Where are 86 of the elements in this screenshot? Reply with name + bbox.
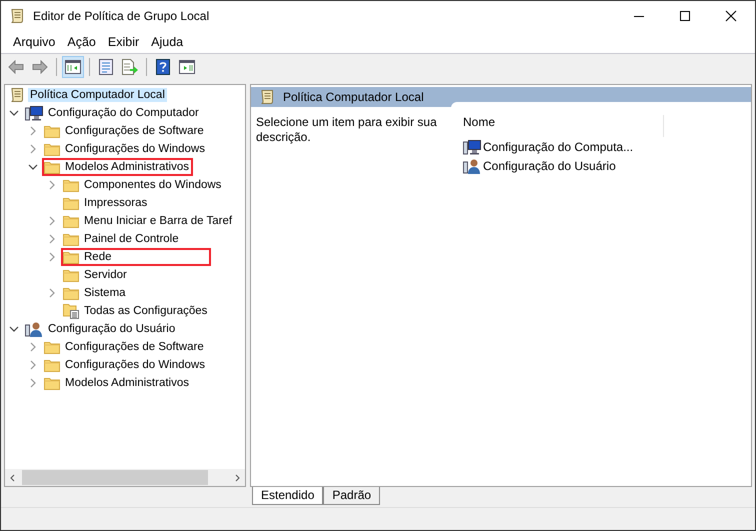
folder-icon	[44, 358, 60, 372]
tree-item[interactable]: Configuração do Computador	[23, 104, 203, 122]
tree-item-label[interactable]: Modelos Administrativos	[63, 160, 191, 174]
tree-item[interactable]: Painel de Controle	[61, 230, 183, 248]
view-tab[interactable]: Estendido	[252, 487, 324, 505]
folder-icon	[44, 376, 60, 390]
tree-item[interactable]: Modelos Administrativos	[42, 374, 193, 392]
horizontal-scrollbar[interactable]	[5, 469, 245, 486]
chevron-right-icon[interactable]	[28, 126, 38, 136]
tree-item[interactable]: Configuração do Usuário	[23, 320, 180, 338]
window-title: Editor de Política de Grupo Local	[33, 9, 210, 23]
tree-item-label[interactable]: Modelos Administrativos	[63, 376, 191, 390]
list-item[interactable]: Configuração do Computa...	[463, 137, 664, 156]
tree-item[interactable]: Servidor	[61, 266, 131, 284]
chevron-right-icon[interactable]	[28, 144, 38, 154]
tree-item[interactable]: Configurações de Software	[42, 122, 208, 140]
chevron-right-icon[interactable]	[47, 234, 57, 244]
folder-icon	[63, 268, 79, 282]
tree-item-label[interactable]: Menu Iniciar e Barra de Taref	[82, 214, 234, 228]
menu-item[interactable]: Ação	[61, 35, 102, 49]
tree-item[interactable]: Impressoras	[61, 194, 152, 212]
folder-icon	[44, 124, 60, 138]
tree-item[interactable]: Política Computador Local	[7, 86, 169, 104]
tree-item[interactable]: Componentes do Windows	[61, 176, 226, 194]
chevron-down-icon[interactable]	[9, 108, 19, 118]
tree-item-label[interactable]: Configurações de Software	[63, 124, 206, 138]
chevron-right-icon[interactable]	[28, 342, 38, 352]
tree-item-label[interactable]: Painel de Controle	[82, 232, 181, 246]
user-icon	[25, 321, 43, 337]
scroll-icon	[9, 8, 25, 24]
view-tab[interactable]: Padrão	[323, 487, 380, 505]
tree-item[interactable]: Modelos Administrativos	[42, 158, 193, 176]
tree-item[interactable]: Rede	[61, 248, 211, 266]
tree-item-label[interactable]: Configurações de Software	[63, 340, 206, 354]
tree-item-label[interactable]: Rede	[82, 250, 114, 264]
folder-icon	[63, 214, 79, 228]
scroll-right-icon[interactable]	[233, 474, 241, 482]
chevron-right-icon[interactable]	[28, 378, 38, 388]
column-header[interactable]: Nome	[463, 115, 664, 137]
folder-icon	[44, 160, 60, 174]
scroll-icon	[259, 89, 275, 105]
tree-item[interactable]: Configurações de Software	[42, 338, 208, 356]
chevron-right-icon[interactable]	[47, 252, 57, 262]
tree-item-label[interactable]: Todas as Configurações	[82, 304, 210, 318]
scroll-icon	[9, 87, 25, 103]
folder-icon	[63, 250, 79, 264]
menu-item[interactable]: Arquivo	[7, 35, 62, 49]
tree-item-label[interactable]: Configurações do Windows	[63, 358, 207, 372]
computer-icon	[463, 138, 481, 154]
folder-icon	[63, 232, 79, 246]
tree-item[interactable]: Configurações do Windows	[42, 140, 209, 158]
tree-item[interactable]: Sistema	[61, 284, 130, 302]
folder-icon	[63, 178, 79, 192]
chevron-right-icon[interactable]	[47, 288, 57, 298]
tree-toggle-toolbar-button[interactable]	[62, 56, 84, 78]
tree-item-label[interactable]: Política Computador Local	[28, 88, 167, 102]
folder-icon	[44, 142, 60, 156]
chevron-down-icon[interactable]	[9, 324, 19, 334]
tree-item-label[interactable]: Configuração do Usuário	[46, 322, 178, 336]
scroll-left-icon[interactable]	[9, 474, 17, 482]
tree-item[interactable]: Todas as Configurações	[61, 302, 212, 320]
tree-item[interactable]: Configurações do Windows	[42, 356, 209, 374]
tree-item[interactable]: Menu Iniciar e Barra de Taref	[61, 212, 236, 230]
user-icon	[463, 158, 481, 174]
folder-document-icon	[63, 303, 79, 319]
chevron-right-icon[interactable]	[47, 216, 57, 226]
description-text: Selecione um item para exibir sua descrição.	[256, 115, 438, 146]
menu-item[interactable]: Ajuda	[145, 35, 190, 49]
chevron-right-icon[interactable]	[47, 180, 57, 190]
close-icon[interactable]	[725, 10, 737, 22]
tree-item-label[interactable]: Configurações do Windows	[63, 142, 207, 156]
tree-item-label[interactable]: Sistema	[82, 286, 128, 300]
chevron-down-icon[interactable]	[28, 162, 38, 172]
list-item[interactable]: Configuração do Usuário	[463, 156, 664, 175]
chevron-right-icon[interactable]	[28, 360, 38, 370]
menu-item[interactable]: Exibir	[102, 35, 146, 49]
folder-icon	[63, 196, 79, 210]
tree-item-label[interactable]: Componentes do Windows	[82, 178, 224, 192]
folder-icon	[63, 286, 79, 300]
tree-item-label[interactable]: Servidor	[82, 268, 129, 282]
details-title: Política Computador Local	[283, 90, 424, 104]
computer-icon	[25, 105, 43, 121]
folder-icon	[44, 340, 60, 354]
maximize-icon[interactable]	[679, 10, 691, 22]
tree-item-label[interactable]: Impressoras	[82, 196, 150, 210]
tree-item-label[interactable]: Configuração do Computador	[46, 106, 201, 120]
